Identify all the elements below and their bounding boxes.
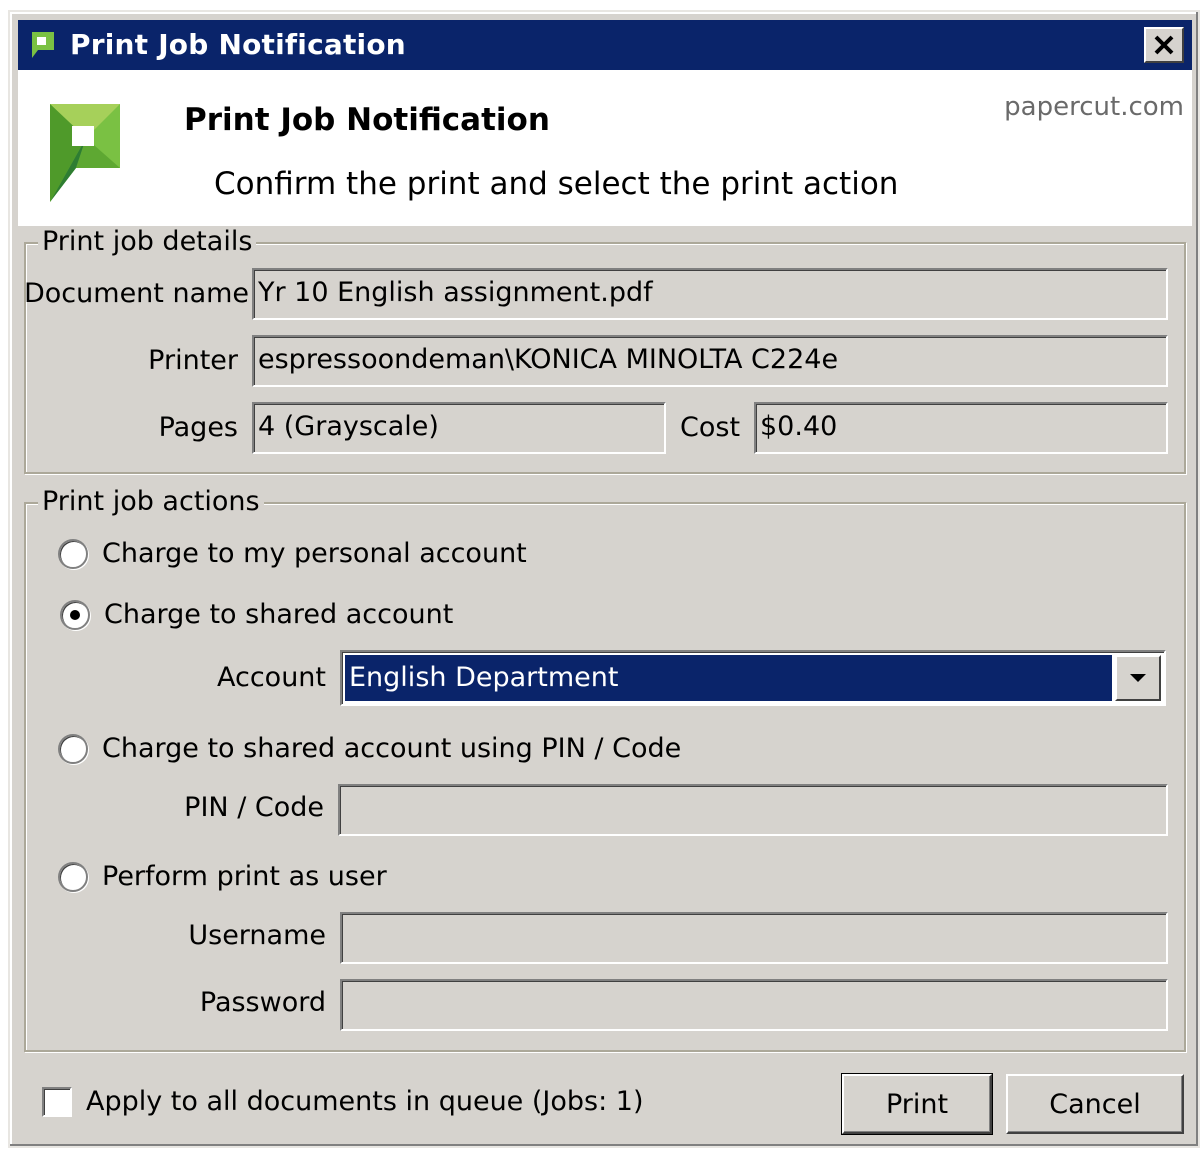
radio-button[interactable]	[58, 538, 88, 569]
close-button[interactable]	[1144, 27, 1184, 63]
actions-legend: Print job actions	[38, 486, 264, 517]
title-bar[interactable]: Print Job Notification	[18, 20, 1192, 70]
pages-field: 4 (Grayscale)	[252, 402, 666, 454]
username-input[interactable]	[340, 912, 1168, 964]
password-input[interactable]	[340, 979, 1168, 1031]
apply-all-checkbox-row[interactable]: Apply to all documents in queue (Jobs: 1…	[42, 1086, 643, 1117]
window-title: Print Job Notification	[70, 28, 406, 61]
account-label: Account	[216, 662, 326, 693]
brand-link: papercut.com	[1004, 92, 1184, 122]
radio-print-as-user[interactable]: Perform print as user	[58, 861, 387, 892]
papercut-logo-icon	[50, 104, 120, 202]
radio-personal-account[interactable]: Charge to my personal account	[58, 538, 527, 569]
radio-label: Charge to shared account	[104, 599, 454, 630]
apply-all-label: Apply to all documents in queue (Jobs: 1…	[86, 1086, 644, 1117]
radio-shared-account[interactable]: Charge to shared account	[60, 599, 453, 630]
username-label: Username	[188, 920, 326, 951]
password-label: Password	[199, 987, 326, 1018]
header-title: Print Job Notification	[184, 102, 550, 138]
radio-button[interactable]	[58, 733, 88, 764]
document-name-field: Yr 10 English assignment.pdf	[252, 268, 1168, 320]
close-icon	[1154, 35, 1174, 55]
cost-label: Cost	[680, 412, 741, 443]
header-banner: Print Job Notification Confirm the print…	[18, 70, 1192, 226]
print-job-dialog: Print Job Notification Print Job Notific…	[8, 10, 1200, 1148]
chevron-down-icon	[1130, 674, 1146, 682]
cancel-button[interactable]: Cancel	[1006, 1074, 1184, 1134]
radio-label: Charge to my personal account	[102, 538, 527, 569]
printer-label: Printer	[148, 345, 238, 376]
cost-field: $0.40	[754, 402, 1168, 454]
radio-label: Perform print as user	[102, 861, 387, 892]
account-selected-value: English Department	[345, 655, 1112, 701]
header-subtitle: Confirm the print and select the print a…	[214, 166, 899, 202]
radio-button[interactable]	[58, 861, 88, 892]
apply-all-checkbox[interactable]	[42, 1086, 72, 1117]
pages-label: Pages	[158, 412, 238, 443]
printer-field: espressoondeman\KONICA MINOLTA C224e	[252, 335, 1168, 387]
print-job-actions-group: Print job actions	[24, 486, 1186, 1052]
pin-code-input[interactable]	[338, 784, 1168, 836]
print-button[interactable]: Print	[841, 1073, 993, 1135]
account-dropdown-button[interactable]	[1115, 655, 1161, 701]
pin-code-label: PIN / Code	[184, 792, 324, 823]
radio-button-selected[interactable]	[60, 599, 90, 630]
radio-label: Charge to shared account using PIN / Cod…	[102, 733, 682, 764]
papercut-logo-icon	[30, 32, 54, 58]
details-legend: Print job details	[38, 226, 257, 257]
account-select[interactable]: English Department	[340, 650, 1166, 706]
document-name-label: Document name	[24, 278, 250, 309]
radio-shared-account-pin[interactable]: Charge to shared account using PIN / Cod…	[58, 733, 681, 764]
